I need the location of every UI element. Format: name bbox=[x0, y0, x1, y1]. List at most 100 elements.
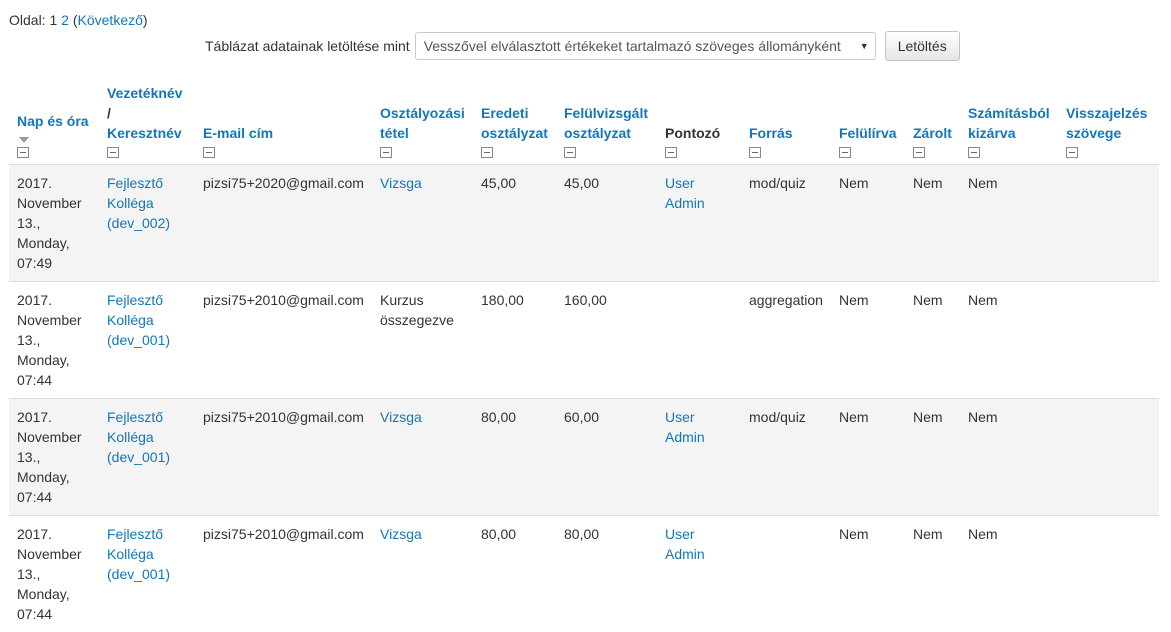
cell-overridden: Nem bbox=[831, 165, 905, 282]
page-1-current: 1 bbox=[49, 12, 57, 28]
download-label: Táblázat adatainak letöltése mint bbox=[205, 38, 410, 54]
cell-line: 2017. bbox=[17, 524, 91, 544]
cell-line: Kolléga bbox=[107, 427, 187, 447]
collapse-column-icon[interactable] bbox=[17, 147, 29, 158]
download-bar: Táblázat adatainak letöltése mint Vessző… bbox=[205, 31, 960, 61]
cell-line: 07:49 bbox=[17, 253, 91, 273]
sort-item-link[interactable]: Osztályozásitétel bbox=[380, 103, 465, 143]
sort-date-link[interactable]: Nap és óra bbox=[17, 111, 91, 131]
download-format-select[interactable]: Vesszővel elválasztott értékeket tartalm… bbox=[415, 32, 876, 60]
grade-item-link[interactable]: Vizsga bbox=[380, 524, 465, 544]
cell-grader bbox=[657, 282, 741, 399]
grader-link[interactable]: UserAdmin bbox=[665, 524, 733, 564]
cell-line: Vizsga bbox=[380, 173, 465, 193]
cell-source: mod/quiz bbox=[741, 399, 831, 516]
cell-item: Vizsga bbox=[372, 399, 473, 516]
cell-line: Kolléga bbox=[107, 193, 187, 213]
col-locked-header: Zárolt bbox=[905, 79, 960, 165]
col-email-header: E-mail cím bbox=[195, 79, 372, 165]
col-source-header: Forrás bbox=[741, 79, 831, 165]
revised-grade: 80,00 bbox=[564, 526, 599, 542]
grade-history-table: Nap és óra Vezetéknév / Keresztnév E-mai… bbox=[9, 79, 1159, 632]
sort-desc-icon[interactable] bbox=[19, 137, 29, 143]
download-format-value: Vesszővel elválasztott értékeket tartalm… bbox=[424, 38, 841, 54]
page-2-link[interactable]: 2 bbox=[61, 12, 69, 28]
sort-excluded-link[interactable]: Számításbólkizárva bbox=[968, 103, 1050, 143]
col-date-header: Nap és óra bbox=[9, 79, 99, 165]
overridden-text: Nem bbox=[839, 409, 869, 425]
collapse-column-icon[interactable] bbox=[749, 147, 761, 158]
header-line: Eredeti bbox=[481, 103, 548, 123]
collapse-column-icon[interactable] bbox=[913, 147, 925, 158]
cell-line: összegezve bbox=[380, 310, 465, 330]
collapse-column-icon[interactable] bbox=[665, 147, 677, 158]
original-grade: 80,00 bbox=[481, 409, 516, 425]
collapse-column-icon[interactable] bbox=[107, 147, 119, 158]
table-row: 2017.November13.,Monday,07:44FejlesztőKo… bbox=[9, 282, 1159, 399]
col-excluded-header: Számításbólkizárva bbox=[960, 79, 1058, 165]
cell-excluded: Nem bbox=[960, 399, 1058, 516]
cell-line: November bbox=[17, 193, 91, 213]
grader-link[interactable]: UserAdmin bbox=[665, 173, 733, 213]
cell-excluded: Nem bbox=[960, 516, 1058, 632]
header-row: Nap és óra Vezetéknév / Keresztnév E-mai… bbox=[9, 79, 1159, 165]
cell-date: 2017.November13.,Monday,07:49 bbox=[9, 165, 99, 282]
cell-item: Vizsga bbox=[372, 165, 473, 282]
user-profile-link[interactable]: FejlesztőKolléga(dev_002) bbox=[107, 173, 187, 233]
sort-original-link[interactable]: Eredetiosztályzat bbox=[481, 103, 548, 143]
cell-name: FejlesztőKolléga(dev_002) bbox=[99, 165, 195, 282]
cell-line: Monday, bbox=[17, 233, 91, 253]
chevron-down-icon: ▼ bbox=[860, 41, 869, 51]
cell-line: Fejlesztő bbox=[107, 173, 187, 193]
cell-excluded: Nem bbox=[960, 282, 1058, 399]
user-profile-link[interactable]: FejlesztőKolléga(dev_001) bbox=[107, 524, 187, 584]
grader-link[interactable]: UserAdmin bbox=[665, 407, 733, 447]
cell-line: Fejlesztő bbox=[107, 524, 187, 544]
next-page-link[interactable]: Következő bbox=[78, 12, 143, 28]
user-profile-link[interactable]: FejlesztőKolléga(dev_001) bbox=[107, 290, 187, 350]
header-line: Visszajelzés bbox=[1066, 103, 1151, 123]
cell-original: 80,00 bbox=[473, 516, 556, 632]
date-text: 2017.November13.,Monday,07:44 bbox=[17, 407, 91, 507]
collapse-column-icon[interactable] bbox=[839, 147, 851, 158]
revised-grade: 45,00 bbox=[564, 175, 599, 191]
collapse-column-icon[interactable] bbox=[380, 147, 392, 158]
collapse-column-icon[interactable] bbox=[1066, 147, 1078, 158]
cell-line: (dev_001) bbox=[107, 447, 187, 467]
cell-date: 2017.November13.,Monday,07:44 bbox=[9, 399, 99, 516]
sort-email-link[interactable]: E-mail cím bbox=[203, 123, 364, 143]
col-revised-header: Felülvizsgáltosztályzat bbox=[556, 79, 657, 165]
sort-feedback-link[interactable]: Visszajelzésszövege bbox=[1066, 103, 1151, 143]
sort-locked-link[interactable]: Zárolt bbox=[913, 123, 952, 143]
email-text: pizsi75+2010@gmail.com bbox=[203, 292, 364, 308]
user-profile-link[interactable]: FejlesztőKolléga(dev_001) bbox=[107, 407, 187, 467]
source-text: mod/quiz bbox=[749, 175, 806, 191]
cell-original: 180,00 bbox=[473, 282, 556, 399]
header-line: Felülvizsgált bbox=[564, 103, 649, 123]
sort-firstname-link[interactable]: Keresztnév bbox=[107, 123, 187, 143]
col-item-header: Osztályozásitétel bbox=[372, 79, 473, 165]
cell-date: 2017.November13.,Monday,07:44 bbox=[9, 516, 99, 632]
locked-text: Nem bbox=[913, 175, 943, 191]
col-name-header: Vezetéknév / Keresztnév bbox=[99, 79, 195, 165]
locked-text: Nem bbox=[913, 526, 943, 542]
cell-line: (dev_001) bbox=[107, 564, 187, 584]
sort-lastname-link[interactable]: Vezetéknév bbox=[107, 83, 187, 103]
header-line: kizárva bbox=[968, 123, 1050, 143]
grade-item-link[interactable]: Vizsga bbox=[380, 407, 465, 427]
cell-line: Admin bbox=[665, 544, 733, 564]
sort-source-link[interactable]: Forrás bbox=[749, 123, 823, 143]
collapse-column-icon[interactable] bbox=[481, 147, 493, 158]
cell-source: aggregation bbox=[741, 282, 831, 399]
grade-item-link[interactable]: Vizsga bbox=[380, 173, 465, 193]
cell-line: Vizsga bbox=[380, 524, 465, 544]
collapse-column-icon[interactable] bbox=[968, 147, 980, 158]
cell-grader: UserAdmin bbox=[657, 165, 741, 282]
sort-overridden-link[interactable]: Felülírva bbox=[839, 123, 897, 143]
collapse-column-icon[interactable] bbox=[203, 147, 215, 158]
sort-revised-link[interactable]: Felülvizsgáltosztályzat bbox=[564, 103, 649, 143]
original-grade: 45,00 bbox=[481, 175, 516, 191]
col-overridden-header: Felülírva bbox=[831, 79, 905, 165]
download-button[interactable]: Letöltés bbox=[885, 31, 960, 61]
collapse-column-icon[interactable] bbox=[564, 147, 576, 158]
